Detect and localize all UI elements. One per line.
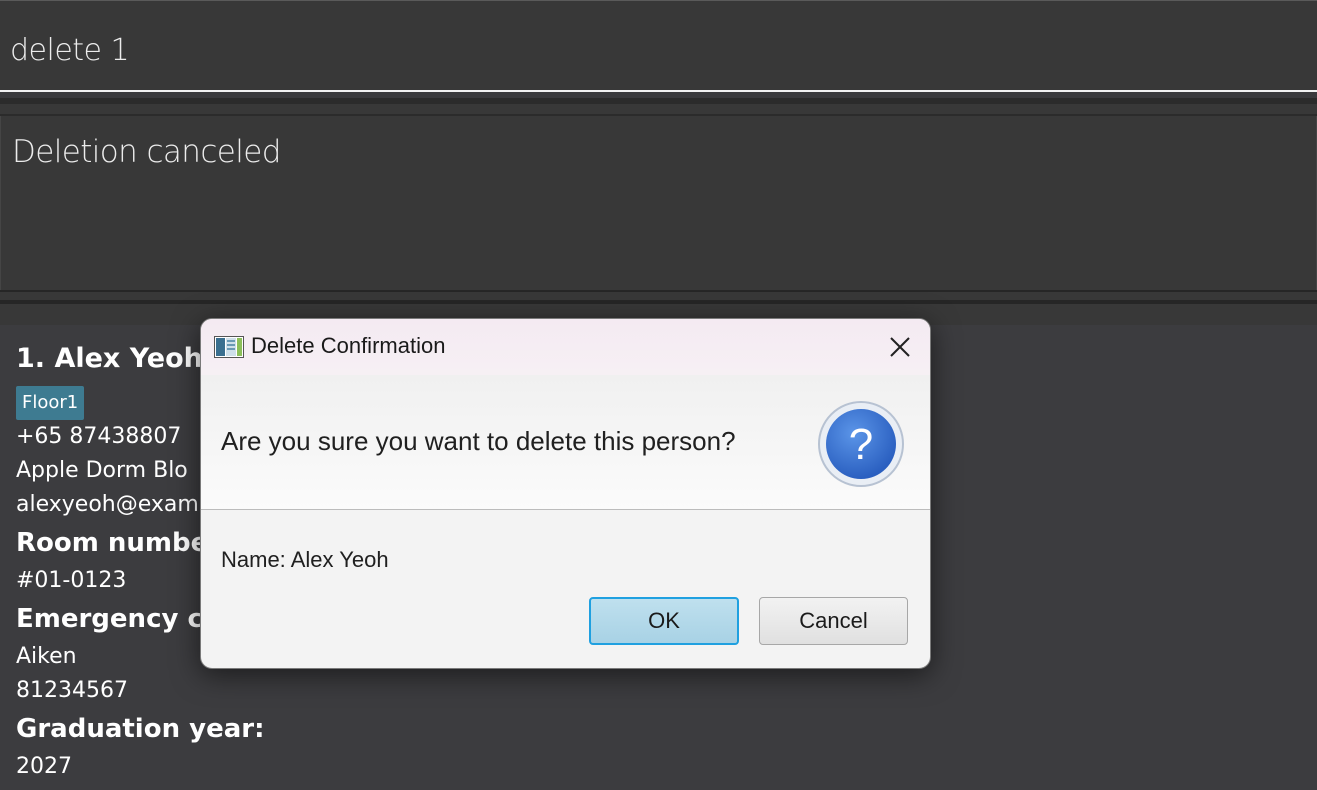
delete-confirmation-dialog[interactable]: Delete Confirmation Are you sure you wan… [200,318,931,669]
dialog-title: Delete Confirmation [251,333,446,358]
person-address: Apple Dorm Blo [16,458,188,483]
app-icon [214,336,244,358]
dialog-content: Name: Alex Yeoh [221,547,389,572]
dialog-header: Are you sure you want to delete this per… [201,375,930,510]
person-email: alexyeoh@exam [16,492,199,517]
emergency-contact-heading: Emergency co [16,604,221,634]
cancel-button[interactable]: Cancel [759,597,908,645]
tag-badge: Floor1 [16,386,85,420]
ok-button[interactable]: OK [589,597,739,645]
app-window: delete 1 Deletion canceled 1. Alex Yeoh … [0,0,1317,790]
command-input[interactable]: delete 1 [0,1,1317,90]
command-input-underline [0,90,1317,92]
graduation-year-heading: Graduation year: [16,714,265,744]
result-message: Deletion canceled [12,134,281,170]
close-icon[interactable] [882,329,918,365]
person-name: 1. Alex Yeoh [16,343,203,374]
dialog-titlebar[interactable]: Delete Confirmation [201,319,930,375]
room-number-value: #01-0123 [16,568,127,593]
emergency-contact-name: Aiken [16,644,77,669]
command-box: delete 1 [0,0,1317,92]
dialog-header-text: Are you sure you want to delete this per… [221,426,736,456]
person-phone: +65 87438807 [16,424,182,449]
graduation-year-value: 2027 [16,754,72,779]
divider [0,292,1317,300]
emergency-contact-phone: 81234567 [16,678,128,703]
result-display: Deletion canceled [0,116,1317,290]
room-number-heading: Room numbe [16,528,209,558]
question-icon: ? [818,401,904,487]
svg-text:?: ? [849,420,873,469]
